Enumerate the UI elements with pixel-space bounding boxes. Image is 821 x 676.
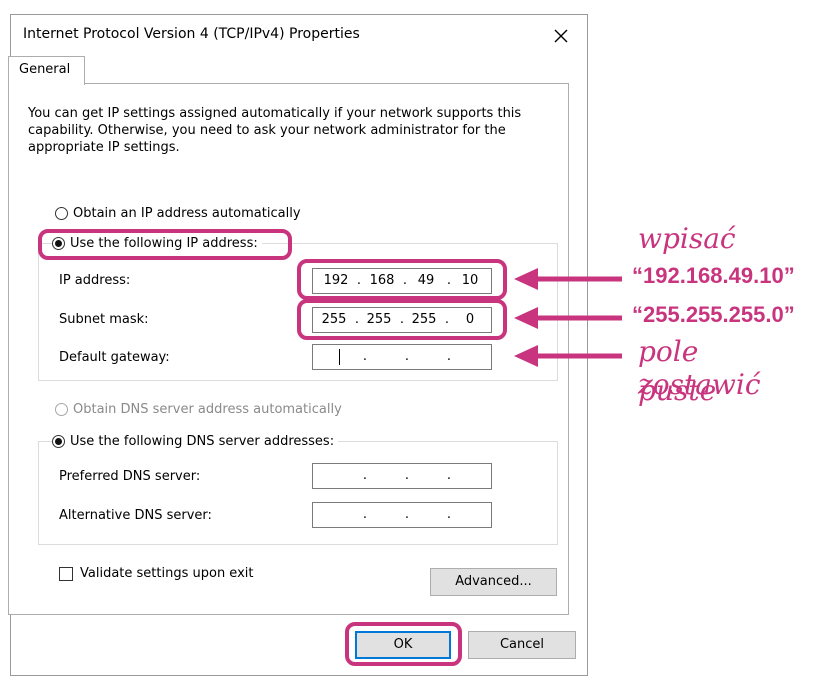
arrow-to-ip-address xyxy=(514,268,622,290)
arrow-to-default-gateway xyxy=(514,345,622,367)
advanced-button[interactable]: Advanced... xyxy=(430,568,557,596)
radio-obtain-dns-auto-circle[interactable] xyxy=(55,402,68,416)
ip-dot: . xyxy=(446,507,452,522)
close-icon xyxy=(554,29,568,43)
ip-address-label: IP address: xyxy=(59,273,131,288)
alternative-dns-field[interactable]: . . . xyxy=(312,502,492,528)
tab-general[interactable]: General xyxy=(8,56,85,85)
ip-dot: . xyxy=(362,349,368,364)
preferred-dns-label: Preferred DNS server: xyxy=(59,469,201,484)
radio-obtain-dns-auto-label: Obtain DNS server address automatically xyxy=(73,401,342,417)
radio-obtain-ip-auto-label: Obtain an IP address automatically xyxy=(73,205,301,221)
radio-obtain-ip-auto[interactable]: Obtain an IP address automatically xyxy=(55,203,301,223)
ip-dot: . xyxy=(404,507,410,522)
text-caret xyxy=(339,349,340,365)
dns-groupbox xyxy=(38,441,558,545)
arrow-to-subnet-mask xyxy=(514,307,622,329)
title-bar[interactable]: Internet Protocol Version 4 (TCP/IPv4) P… xyxy=(11,15,587,57)
annotation-ip-value: “192.168.49.10” xyxy=(632,263,795,288)
annotation-mask-value: “255.255.255.0” xyxy=(632,302,795,327)
radio-use-following-dns-label: Use the following DNS server addresses: xyxy=(70,433,335,449)
alternative-dns-label: Alternative DNS server: xyxy=(59,508,212,523)
ip-dot: . xyxy=(362,468,368,483)
validate-checkbox[interactable] xyxy=(59,567,73,581)
subnet-mask-label: Subnet mask: xyxy=(59,312,149,327)
highlight-use-following-ip xyxy=(38,229,292,260)
ip-dot: . xyxy=(362,507,368,522)
highlight-subnet-mask xyxy=(297,299,507,340)
window-title: Internet Protocol Version 4 (TCP/IPv4) P… xyxy=(23,26,360,42)
annotation-puste: puste xyxy=(638,374,717,407)
ip-dot: . xyxy=(446,349,452,364)
ip-dot: . xyxy=(404,468,410,483)
radio-use-following-dns-circle[interactable] xyxy=(52,434,65,448)
default-gateway-label: Default gateway: xyxy=(59,350,170,365)
highlight-ok-button xyxy=(345,622,462,666)
ip-dot: . xyxy=(446,468,452,483)
ip-dot: . xyxy=(404,349,410,364)
radio-obtain-ip-auto-circle[interactable] xyxy=(55,206,68,220)
description-text: You can get IP settings assigned automat… xyxy=(28,106,522,155)
annotation-wpisac: wpisać xyxy=(638,222,736,255)
highlight-ip-address xyxy=(297,259,507,300)
tab-general-label: General xyxy=(19,62,71,77)
close-button[interactable] xyxy=(543,19,579,53)
default-gateway-field[interactable]: . . . xyxy=(312,344,492,370)
radio-obtain-dns-auto[interactable]: Obtain DNS server address automatically xyxy=(55,399,342,419)
validate-label: Validate settings upon exit xyxy=(80,566,254,581)
preferred-dns-field[interactable]: . . . xyxy=(312,463,492,489)
radio-use-following-dns[interactable]: Use the following DNS server addresses: xyxy=(52,431,339,451)
cancel-button[interactable]: Cancel xyxy=(468,631,576,659)
